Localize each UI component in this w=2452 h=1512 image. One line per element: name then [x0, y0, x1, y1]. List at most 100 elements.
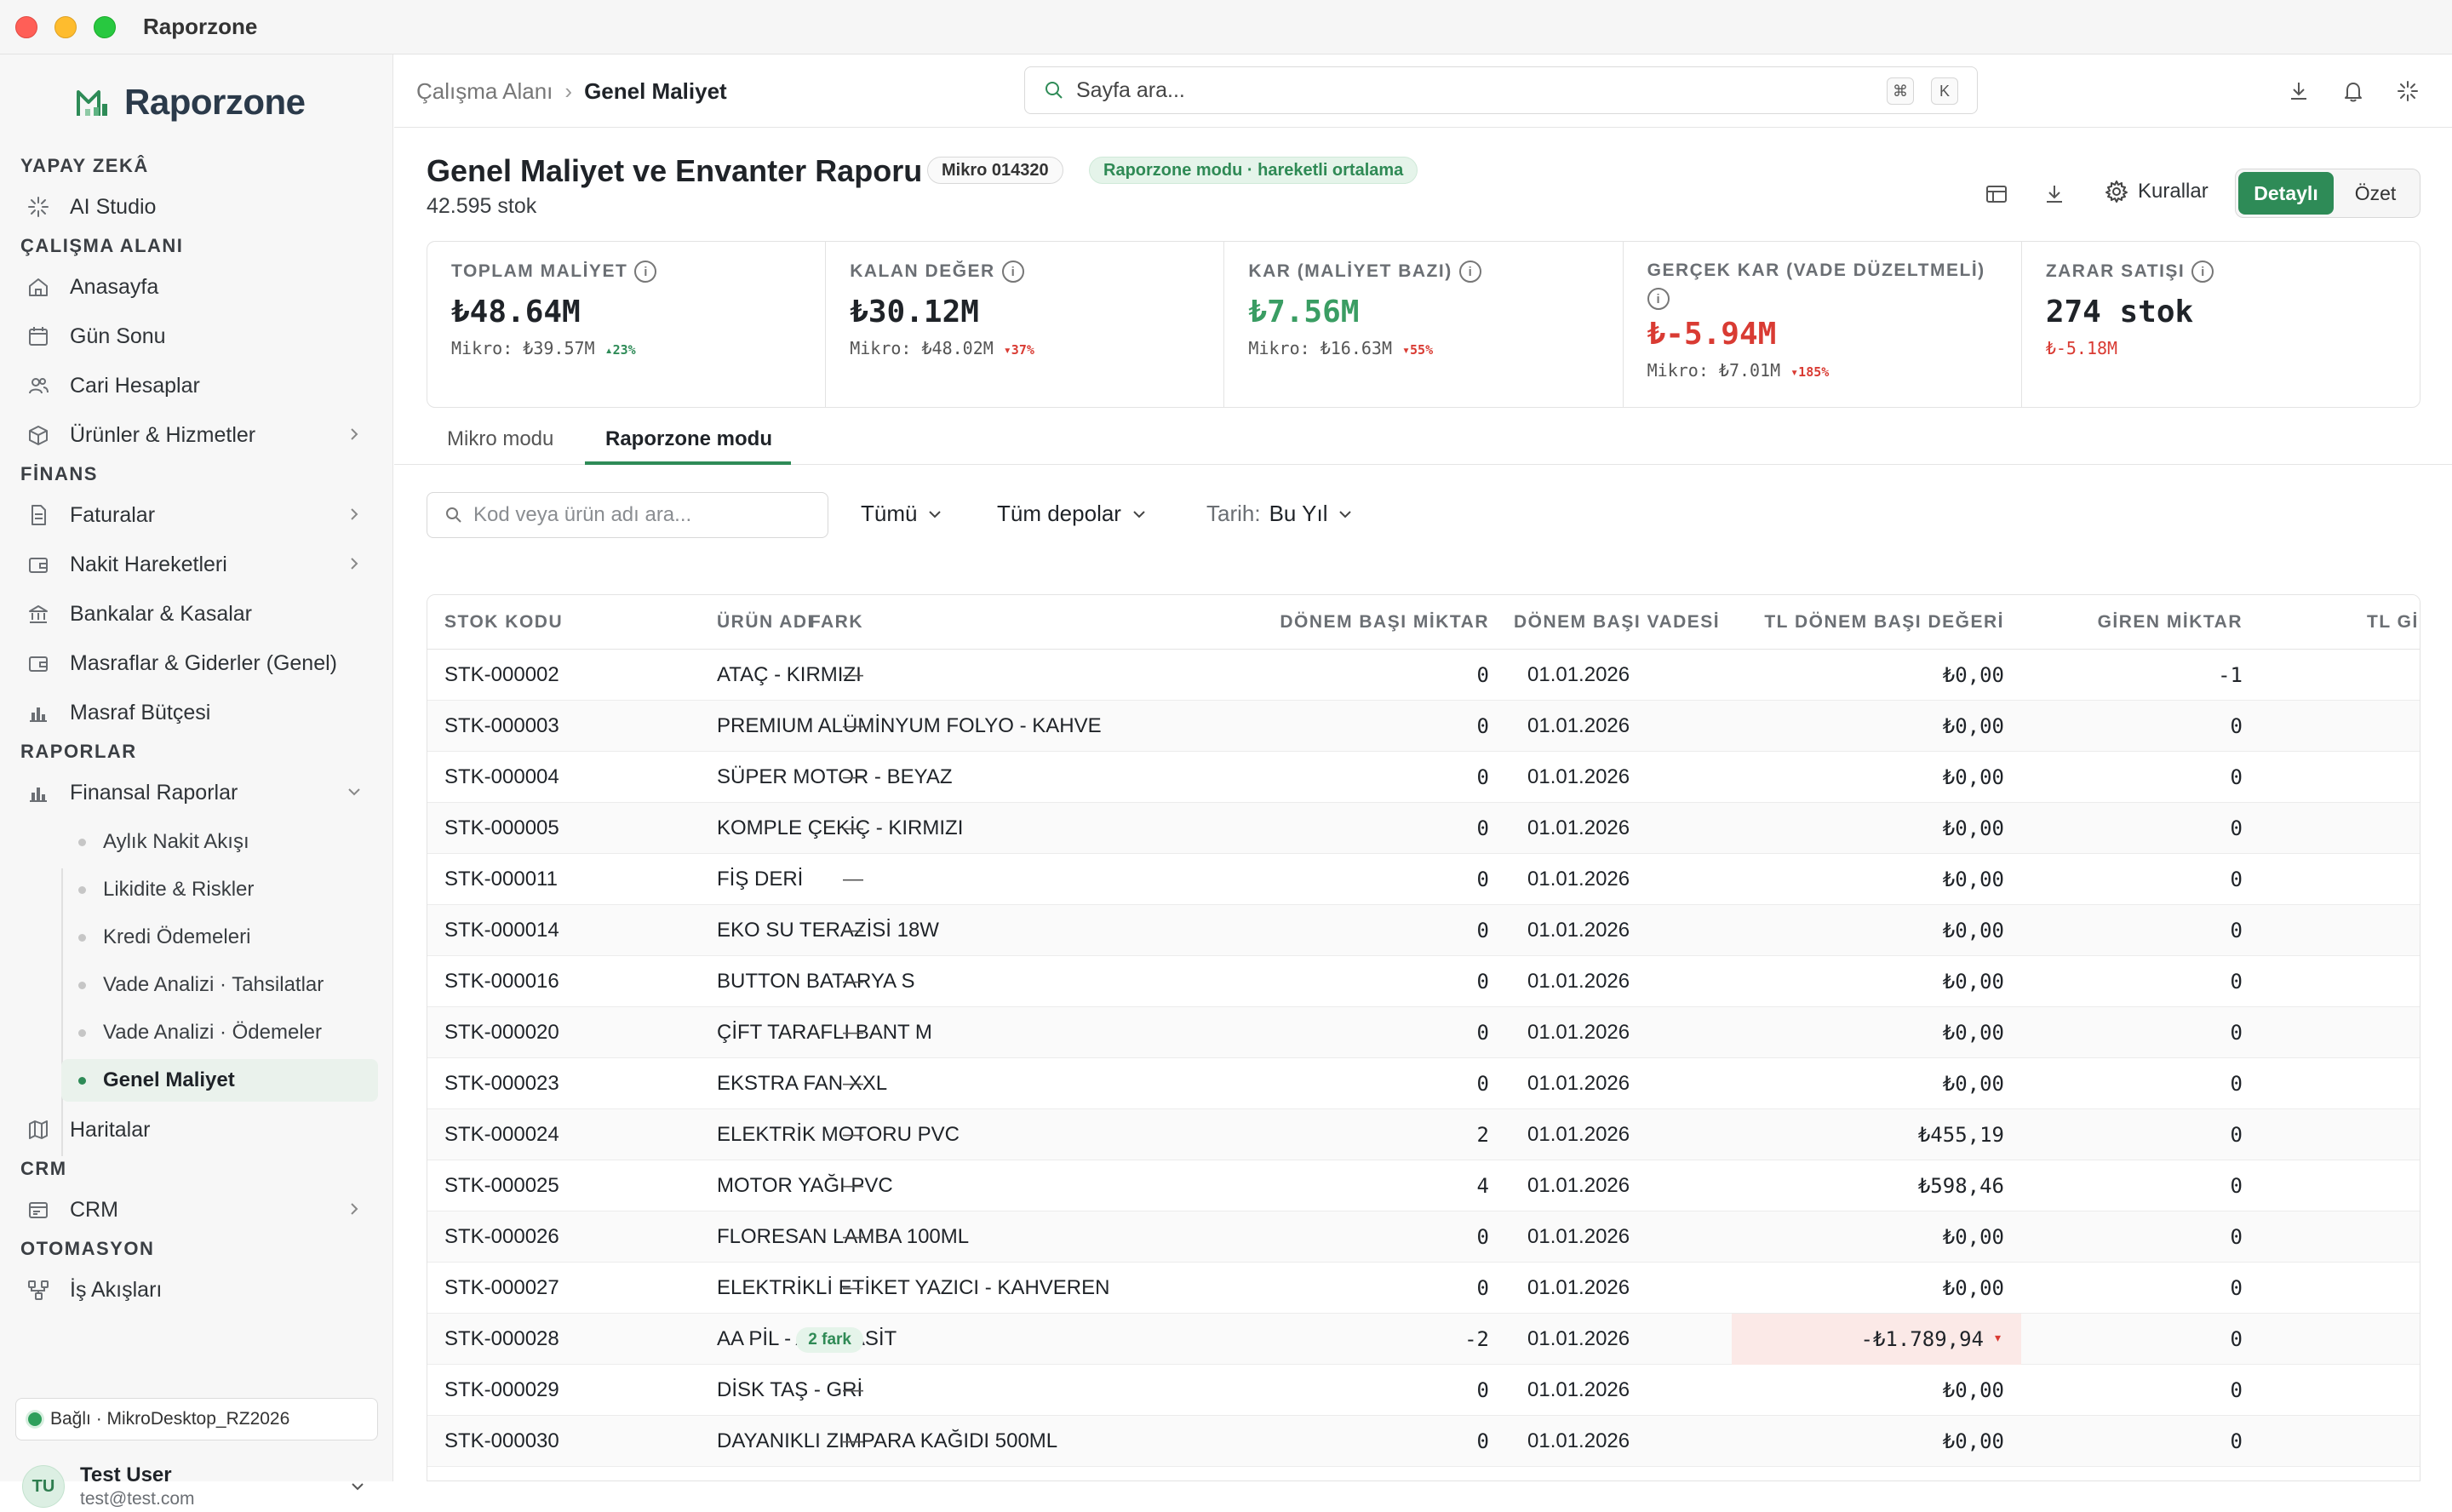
sidebar-item-label: Cari Hesaplar — [70, 373, 200, 398]
cell-incoming-qty: 0 — [2230, 1327, 2243, 1351]
diff-badge[interactable]: 2 fark — [796, 1327, 863, 1353]
sparkle-icon — [26, 194, 51, 220]
zoom-window-button[interactable] — [94, 15, 116, 38]
table-row[interactable]: STK-000024 ELEKTRİK MOTORU PVC — 2 01.01.202… — [427, 1109, 2420, 1160]
table-row[interactable]: STK-000005 KOMPLE ÇEKİÇ - KIRMIZI — 0 01.01.… — [427, 803, 2420, 854]
date-filter-dropdown[interactable]: Tarih: Bu Yıl — [1206, 501, 1355, 527]
info-icon[interactable]: i — [1647, 288, 1670, 310]
table-row[interactable]: STK-000029 DİSK TAŞ - GRİ — 0 01.01.2026 ₺0,0… — [427, 1365, 2420, 1416]
sidebar-item-home[interactable]: Anasayfa — [22, 266, 380, 308]
sidebar-subitem-monthly-cashflow[interactable]: Aylık Nakit Akışı — [61, 821, 378, 863]
minimize-window-button[interactable] — [54, 15, 77, 38]
table-row[interactable]: STK-000002 ATAÇ - KIRMIZI — 0 01.01.2026 ₺0,0… — [427, 650, 2420, 701]
table-row[interactable]: STK-000023 EKSTRA FAN XXL —0 01.01.2026 ₺0,0… — [427, 1058, 2420, 1109]
sidebar-item-financial-reports[interactable]: Finansal Raporlar — [22, 771, 380, 814]
cell-incoming-qty: 0 — [2230, 1174, 2243, 1198]
table-row[interactable]: STK-000030 DAYANIKLI ZIMPARA KAĞIDI 500ML… — [427, 1416, 2420, 1467]
warehouse-filter-dropdown[interactable]: Tüm depolar — [997, 501, 1149, 527]
column-header-incoming-value[interactable]: TL Gİ — [2367, 612, 2419, 633]
user-email: test@test.com — [80, 1489, 195, 1509]
search-icon — [1046, 82, 1063, 99]
sidebar-subitem-general-cost[interactable]: Genel Maliyet — [61, 1059, 378, 1102]
table-row[interactable]: STK-000027 ELEKTRİKLİ ETİKET YAZICI - KAH… — [427, 1263, 2420, 1314]
kpi-change: ▾37% — [1003, 342, 1034, 358]
table-row[interactable]: STK-000026 FLORESAN LAMBA 100ML —0 01.01.20… — [427, 1211, 2420, 1263]
table-row[interactable]: STK-000016 BUTTON BATARYA S — 0 01.01.2026 ₺0… — [427, 956, 2420, 1007]
view-detail-button[interactable]: Detaylı — [2238, 172, 2334, 215]
home-icon — [26, 274, 51, 300]
sidebar-item-workflows[interactable]: İş Akışları — [22, 1269, 380, 1311]
info-icon[interactable]: i — [634, 261, 657, 283]
table-row[interactable]: STK-000025 MOTOR YAĞI PVC — 4 01.01.2026 ₺598… — [427, 1160, 2420, 1211]
page-search[interactable]: Sayfa ara... ⌘ K — [1024, 66, 1978, 114]
cell-stock-code: STK-000029 — [444, 1378, 559, 1401]
sparkle-icon[interactable] — [2395, 78, 2420, 104]
breadcrumb-workspace[interactable]: Çalışma Alanı — [416, 78, 553, 105]
sidebar-item-invoices[interactable]: Faturalar — [22, 494, 380, 536]
sidebar-item-label: Masraflar & Giderler (Genel) — [70, 650, 337, 675]
topbar: Çalışma Alanı › Genel Maliyet Sayfa ara.… — [394, 54, 2452, 128]
column-header-diff[interactable]: FARK — [810, 612, 863, 633]
contact-card-icon — [26, 1197, 51, 1223]
close-window-button[interactable] — [15, 15, 37, 38]
date-filter-value: Bu Yıl — [1269, 501, 1328, 526]
sidebar-subitem-due-payments[interactable]: Vade Analizi · Ödemeler — [61, 1011, 378, 1054]
column-header-product-name[interactable]: ÜRÜN ADI — [717, 612, 814, 633]
kpi-sub: Mikro: ₺7.01M — [1647, 360, 1781, 381]
sidebar-item-ai-studio[interactable]: AI Studio — [22, 186, 380, 228]
cell-opening-qty: 0 — [1476, 868, 1489, 891]
column-header-opening-qty[interactable]: DÖNEM BAŞI MİKTAR — [1280, 612, 1489, 633]
table-row[interactable]: STK-000003 PREMIUM ALÜMİNYUM FOLYO - KAHV… — [427, 701, 2420, 752]
view-toggle: Detaylı Özet — [2235, 169, 2420, 218]
table-view-icon[interactable] — [1983, 180, 2010, 208]
kpi-real-profit: GERÇEK KAR (VADE DÜZELTMELİ) i ₺-5.94M Mi… — [1624, 242, 2022, 407]
sidebar-subitem-due-collections[interactable]: Vade Analizi · Tahsilatlar — [61, 964, 378, 1006]
info-icon[interactable]: i — [1001, 261, 1024, 283]
view-summary-button[interactable]: Özet — [2334, 182, 2417, 205]
table-row[interactable]: STK-000011 FİŞ DERİ — 0 01.01.2026 ₺0,00 0 — [427, 854, 2420, 905]
tab-mikro-mode[interactable]: Mikro modu — [447, 427, 553, 451]
sidebar-item-crm[interactable]: CRM — [22, 1188, 380, 1231]
download-icon[interactable] — [2041, 180, 2068, 208]
connection-status[interactable]: Bağlı · MikroDesktop_RZ2026 — [15, 1398, 378, 1440]
sidebar-item-accounts[interactable]: Cari Hesaplar — [22, 364, 380, 407]
rules-button[interactable]: Kurallar — [2104, 179, 2209, 204]
sidebar-item-products[interactable]: Ürünler & Hizmetler — [22, 414, 380, 456]
table-row[interactable]: STK-000004 SÜPER MOTOR - BEYAZ — 0 01.01.202… — [427, 752, 2420, 803]
cell-opening-qty: 0 — [1476, 1021, 1489, 1045]
users-icon — [26, 373, 51, 398]
cell-incoming-qty: 0 — [2230, 1276, 2243, 1300]
sidebar-subitem-loan-payments[interactable]: Kredi Ödemeleri — [61, 916, 378, 959]
cell-diff: — — [843, 1276, 863, 1299]
sidebar-subitem-liquidity[interactable]: Likidite & Riskler — [61, 868, 378, 911]
download-icon[interactable] — [2286, 78, 2312, 104]
sidebar-item-expenses[interactable]: Masraflar & Giderler (Genel) — [22, 642, 380, 684]
column-header-incoming-qty[interactable]: GİREN MİKTAR — [2098, 612, 2243, 633]
tab-raporzone-mode[interactable]: Raporzone modu — [605, 427, 772, 451]
sidebar-item-label: İş Akışları — [70, 1277, 163, 1302]
sidebar-item-maps[interactable]: Haritalar — [22, 1108, 380, 1151]
column-header-opening-value[interactable]: TL DÖNEM BAŞI DEĞERİ — [1764, 612, 2004, 633]
search-icon — [446, 507, 461, 523]
sidebar-item-budget[interactable]: Masraf Bütçesi — [22, 691, 380, 734]
column-header-opening-date[interactable]: DÖNEM BAŞI VADESİ — [1514, 612, 1720, 633]
kpi-label: TOPLAM MALİYET — [451, 261, 628, 281]
info-icon[interactable]: i — [1458, 261, 1481, 283]
sidebar-item-day-end[interactable]: Gün Sonu — [22, 315, 380, 358]
cell-opening-qty: 0 — [1476, 663, 1489, 687]
type-filter-dropdown[interactable]: Tümü — [861, 501, 944, 527]
product-search-input[interactable]: Kod veya ürün adı ara... — [427, 492, 828, 538]
column-header-stock-code[interactable]: STOK KODU — [444, 612, 563, 633]
brand-logo-link[interactable]: Raporzone — [75, 82, 306, 123]
table-row[interactable]: STK-000020 ÇİFT TARAFLI BANT M — 0 01.01.202… — [427, 1007, 2420, 1058]
sidebar-item-cash-moves[interactable]: Nakit Hareketleri — [22, 543, 380, 586]
user-menu[interactable]: TU Test User test@test.com — [22, 1461, 380, 1512]
table-row[interactable]: STK-000014 EKO SU TERAZİSİ 18W — 0 01.01.202… — [427, 905, 2420, 956]
bell-icon[interactable] — [2340, 78, 2366, 104]
info-icon[interactable]: i — [2191, 261, 2214, 283]
table-row[interactable]: STK-000028AA PİL - ANTRASİT2 fark-201.01… — [427, 1314, 2420, 1365]
sidebar-item-banks[interactable]: Bankalar & Kasalar — [22, 593, 380, 635]
cell-opening-date: 01.01.2026 — [1527, 919, 1630, 942]
cell-opening-qty: 0 — [1476, 1429, 1489, 1453]
sidebar-subitem-label: Genel Maliyet — [103, 1068, 235, 1091]
